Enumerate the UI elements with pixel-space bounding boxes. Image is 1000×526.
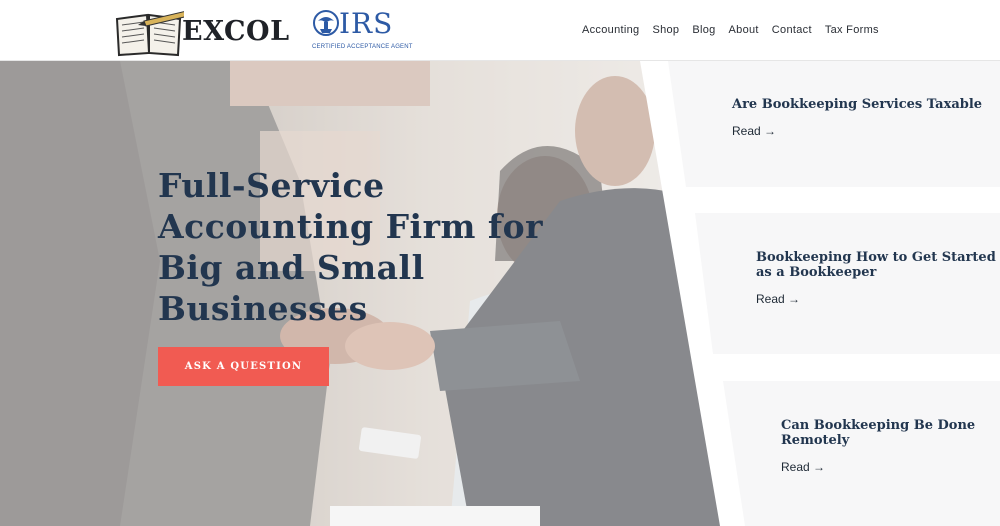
nav-item-contact[interactable]: Contact [772, 24, 812, 36]
hero-section: Full-Service Accounting Firm for Big and… [0, 61, 1000, 526]
ask-question-button[interactable]: ASK A QUESTION [158, 347, 329, 386]
irs-logo[interactable]: IRS CERTIFIED ACCEPTANCE AGENT [312, 7, 412, 55]
nav-item-about[interactable]: About [729, 24, 759, 36]
irs-eagle-icon [313, 10, 339, 36]
post-title-line: as a Bookkeeper [756, 265, 877, 280]
hero-title-line: Accounting Firm for [158, 207, 543, 246]
site-header: EXCOL IRS CERTIFIED ACCEPTANCE AGENT Acc… [0, 0, 1000, 61]
post-title[interactable]: Can Bookkeeping Be Done Remotely [781, 418, 996, 448]
excol-logo[interactable]: EXCOL [114, 3, 289, 57]
post-title-line: Bookkeeping How to Get Started [756, 250, 996, 265]
post-title[interactable]: Bookkeeping How to Get Started as a Book… [756, 250, 998, 280]
post-title-line: Can Bookkeeping Be Done [781, 418, 976, 433]
nav-item-shop[interactable]: Shop [652, 24, 679, 36]
read-more-link[interactable]: Read → [756, 292, 800, 306]
read-more-link[interactable]: Read → [781, 460, 825, 474]
irs-subtitle: CERTIFIED ACCEPTANCE AGENT [312, 44, 413, 50]
hero-title-line: Full-Service [158, 166, 385, 205]
brand-name: EXCOL [182, 16, 290, 47]
nav-item-accounting[interactable]: Accounting [582, 24, 639, 36]
book-icon [115, 11, 184, 57]
nav-item-tax-forms[interactable]: Tax Forms [825, 24, 879, 36]
hero-title: Full-Service Accounting Firm for Big and… [158, 165, 598, 329]
post-title-line: Are Bookkeeping Services Taxable [732, 97, 983, 112]
post-title-line: Remotely [781, 433, 850, 448]
hero-title-line: Businesses [158, 289, 368, 328]
post-title[interactable]: Are Bookkeeping Services Taxable [732, 97, 997, 112]
nav-item-blog[interactable]: Blog [692, 24, 715, 36]
main-nav: Accounting Shop Blog About Contact Tax F… [582, 24, 892, 36]
read-more-link[interactable]: Read → [732, 124, 776, 138]
irs-name: IRS [339, 7, 394, 40]
hero-title-line: Big and Small [158, 248, 425, 287]
